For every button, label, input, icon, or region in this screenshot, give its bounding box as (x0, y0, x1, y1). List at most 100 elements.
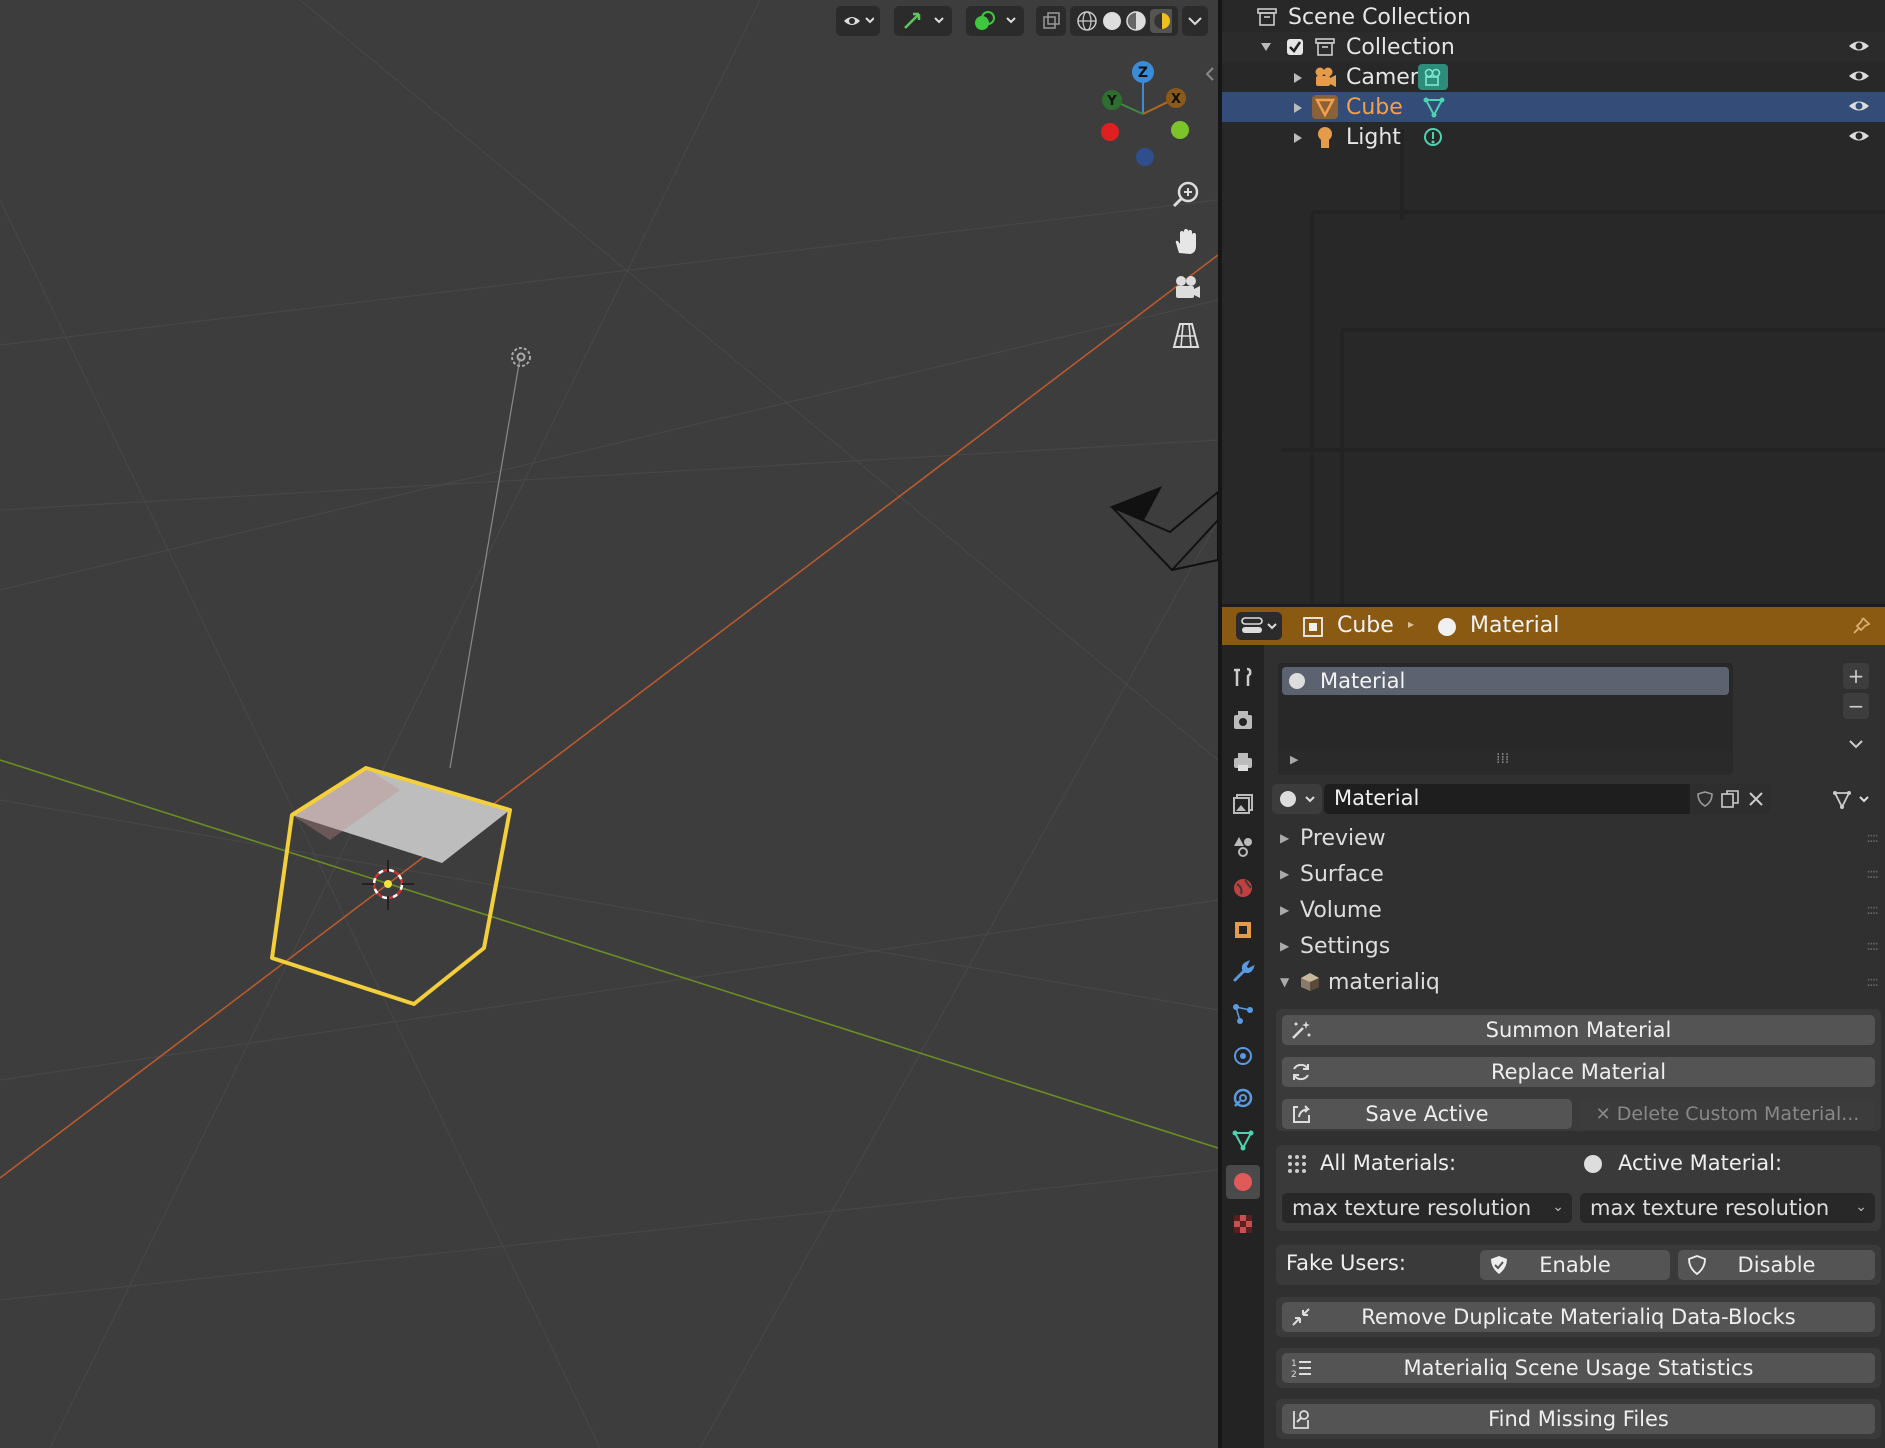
camera-data-icon[interactable] (1418, 64, 1448, 90)
eye-icon[interactable] (1847, 67, 1871, 85)
active-material-resolution-dropdown[interactable]: max texture resolution ⌄ (1580, 1193, 1875, 1223)
summon-material-button[interactable]: Summon Material (1282, 1015, 1875, 1045)
expand-triangle-right-icon[interactable] (1293, 72, 1303, 84)
eye-icon[interactable] (1847, 97, 1871, 115)
drag-grip-icon[interactable]: :::: (1866, 974, 1879, 990)
selectability-visibility-button[interactable] (836, 6, 880, 36)
tab-view-layer[interactable] (1226, 787, 1260, 821)
floor-grid (0, 0, 1218, 1448)
tab-scene[interactable] (1226, 829, 1260, 863)
outliner-row-light[interactable]: Light (1222, 122, 1885, 152)
xray-toggle-button[interactable] (1036, 6, 1066, 36)
editor-type-button[interactable] (1236, 612, 1282, 640)
object-square-icon (1235, 922, 1251, 938)
solid-shading-icon[interactable] (1101, 10, 1122, 32)
expand-triangle-right-icon[interactable] (1293, 102, 1303, 114)
collection-checkbox-icon[interactable] (1286, 38, 1304, 56)
outliner-row-camera[interactable]: Camera (1222, 62, 1885, 92)
outliner-row-collection[interactable]: Collection (1222, 32, 1885, 62)
zoom-button[interactable] (1166, 175, 1206, 215)
grid-dots-icon (1288, 1155, 1306, 1173)
numbered-list-icon: 12 (1291, 1359, 1311, 1379)
overlays-toggle-button[interactable] (966, 6, 1024, 36)
material-slot-item[interactable]: Material (1282, 667, 1729, 695)
add-material-slot-button[interactable]: + (1843, 663, 1869, 689)
material-actions (1690, 784, 1770, 814)
light-data-icon[interactable] (1422, 126, 1444, 148)
3d-viewport[interactable]: Z X Y (0, 0, 1218, 1448)
gizmo-toggle-button[interactable] (894, 6, 952, 36)
scene-usage-statistics-button[interactable]: 12 Materialiq Scene Usage Statistics (1282, 1353, 1875, 1383)
remove-duplicates-label: Remove Duplicate Materialiq Data-Blocks (1361, 1305, 1796, 1329)
perspective-toggle-button[interactable] (1166, 315, 1206, 355)
tab-modifiers[interactable] (1226, 955, 1260, 989)
tab-output[interactable] (1226, 745, 1260, 779)
shading-options-dropdown[interactable] (1182, 6, 1208, 36)
expand-triangle-right-icon[interactable] (1293, 132, 1303, 144)
enable-fake-users-button[interactable]: Enable (1480, 1250, 1670, 1280)
expand-triangle-down-icon[interactable] (1260, 42, 1272, 52)
remove-duplicate-datablocks-button[interactable]: Remove Duplicate Materialiq Data-Blocks (1282, 1302, 1875, 1332)
material-name-field[interactable]: Material (1324, 784, 1770, 814)
disable-fake-users-button[interactable]: Disable (1678, 1250, 1875, 1280)
drag-grip-icon[interactable]: :::: (1866, 866, 1879, 882)
tab-tool[interactable] (1226, 661, 1260, 695)
find-missing-files-button[interactable]: Find Missing Files (1282, 1404, 1875, 1434)
outliner-row-scene-collection[interactable]: Scene Collection (1222, 2, 1885, 32)
rendered-shading-icon[interactable] (1149, 9, 1172, 33)
navigation-gizmo[interactable]: Z X Y (1088, 56, 1198, 172)
all-materials-resolution-dropdown[interactable]: max texture resolution ⌄ (1282, 1193, 1572, 1223)
section-materialiq[interactable]: ▼ materialiq :::: (1268, 967, 1885, 997)
tab-render[interactable] (1226, 703, 1260, 737)
light-object[interactable] (511, 347, 531, 367)
collapsed-triangle-icon: ▶ (1280, 867, 1290, 881)
slot-list-footer[interactable]: ▶ ⁞⁞⁞ (1278, 751, 1733, 775)
pin-icon[interactable] (1851, 616, 1871, 636)
disable-label: Disable (1737, 1253, 1816, 1277)
section-volume[interactable]: ▶ Volume :::: (1268, 895, 1885, 925)
section-surface[interactable]: ▶ Surface :::: (1268, 859, 1885, 889)
delete-custom-material-button[interactable]: ✕ Delete Custom Material... (1580, 1099, 1875, 1129)
material-preview-shading-icon[interactable] (1125, 10, 1146, 32)
properties-editor: Cube ▸ Material Material + − ▶ ⁞⁞⁞ Mater… (1222, 607, 1885, 1448)
tab-particles[interactable] (1226, 997, 1260, 1031)
filter-options-triangle-icon[interactable]: ▶ (1290, 753, 1298, 766)
remove-material-slot-button[interactable]: − (1843, 693, 1869, 719)
pan-button[interactable] (1166, 222, 1206, 262)
browse-material-button[interactable] (1272, 784, 1322, 814)
slot-specials-menu-button[interactable] (1843, 731, 1869, 757)
duplicate-icon[interactable] (1720, 789, 1740, 809)
resize-grip-icon[interactable]: ⁞⁞⁞ (1496, 751, 1509, 767)
camera-object[interactable] (1109, 486, 1218, 572)
section-volume-label: Volume (1300, 897, 1382, 923)
shading-mode-group (1070, 6, 1178, 36)
save-active-button[interactable]: Save Active (1282, 1099, 1572, 1129)
camera-view-button[interactable] (1166, 268, 1206, 308)
3d-cursor[interactable] (362, 860, 414, 910)
sidebar-toggle-arrow-icon[interactable] (1204, 66, 1216, 82)
outliner-row-cube[interactable]: Cube (1222, 92, 1885, 122)
eye-icon[interactable] (1847, 37, 1871, 55)
close-icon[interactable] (1748, 791, 1764, 807)
drag-grip-icon[interactable]: :::: (1866, 830, 1879, 846)
tab-material[interactable] (1226, 1165, 1260, 1199)
section-preview[interactable]: ▶ Preview :::: (1268, 823, 1885, 853)
tab-constraints[interactable] (1226, 1081, 1260, 1115)
link-mode-dropdown[interactable] (1828, 784, 1878, 814)
svg-text:X: X (1171, 92, 1181, 107)
replace-material-button[interactable]: Replace Material (1282, 1057, 1875, 1087)
drag-grip-icon[interactable]: :::: (1866, 902, 1879, 918)
tab-object-data[interactable] (1226, 1123, 1260, 1157)
tab-world[interactable] (1226, 871, 1260, 905)
tab-texture[interactable] (1226, 1207, 1260, 1241)
mesh-data-icon[interactable] (1422, 96, 1446, 118)
tab-physics[interactable] (1226, 1039, 1260, 1073)
material-sphere-icon (1234, 1173, 1252, 1191)
drag-grip-icon[interactable]: :::: (1866, 938, 1879, 954)
tab-object[interactable] (1226, 913, 1260, 947)
material-slot-list[interactable]: Material (1278, 663, 1733, 753)
section-settings[interactable]: ▶ Settings :::: (1268, 931, 1885, 961)
fake-user-shield-icon[interactable] (1696, 790, 1714, 808)
eye-icon[interactable] (1847, 127, 1871, 145)
wireframe-shading-icon[interactable] (1076, 10, 1097, 32)
